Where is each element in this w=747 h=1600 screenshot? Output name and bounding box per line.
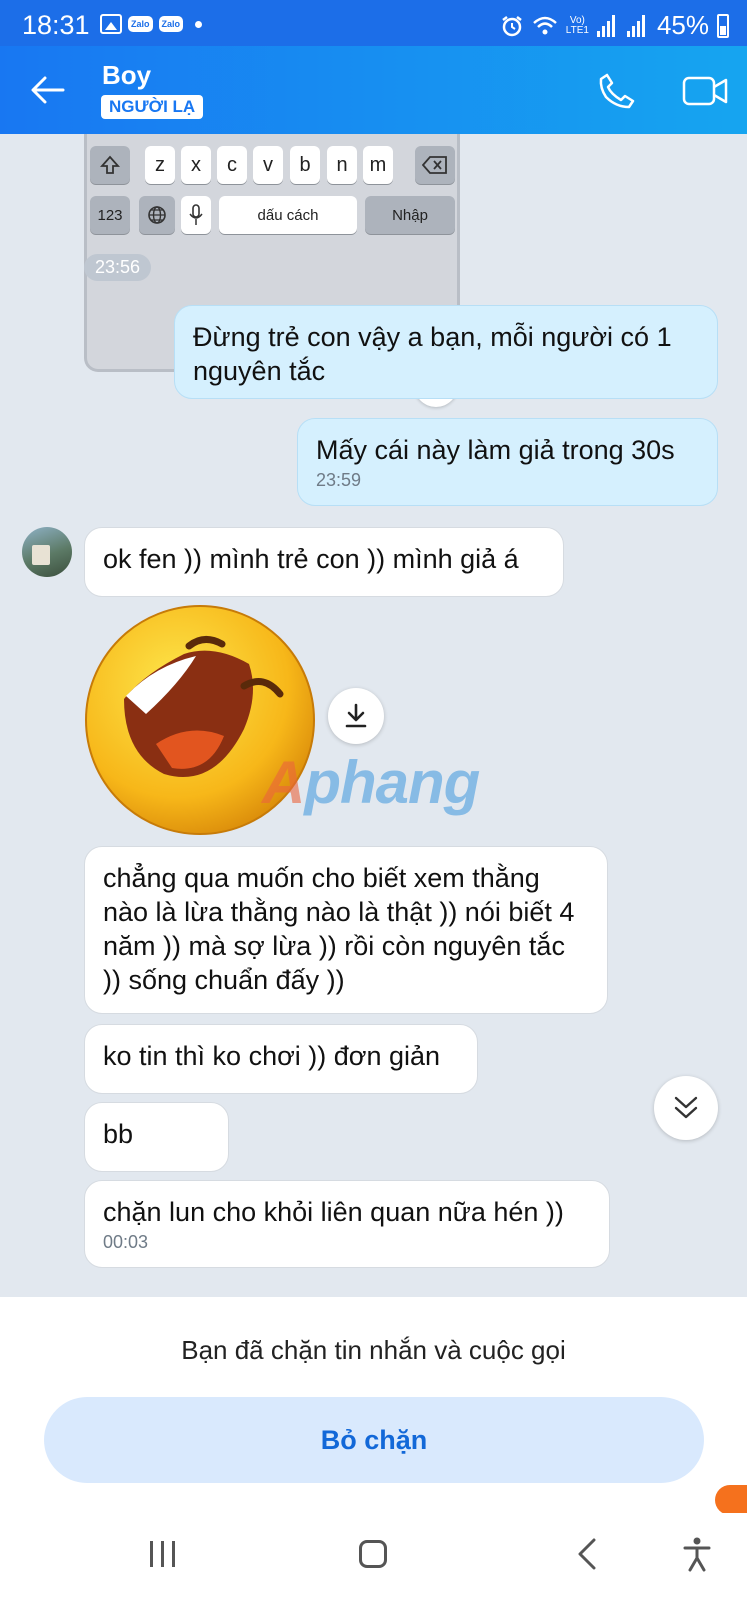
- download-icon: [345, 703, 367, 728]
- blocked-panel: Bạn đã chặn tin nhắn và cuộc gọi Bỏ chặn: [0, 1297, 747, 1515]
- status-notifications: Zalo Zalo: [100, 14, 203, 34]
- backspace-key: [415, 146, 455, 184]
- avatar[interactable]: [22, 527, 72, 577]
- globe-icon: [148, 206, 166, 224]
- keyboard-key: b: [290, 146, 320, 184]
- wifi-icon: [532, 16, 557, 34]
- accessibility-button[interactable]: [680, 1535, 714, 1573]
- message-time: 00:03: [103, 1232, 149, 1252]
- message-text: ok fen )) mình trẻ con )) mình giả á: [103, 544, 519, 574]
- shift-key: [90, 146, 130, 184]
- message-text: ko tin thì ko chơi )) đơn giản: [103, 1041, 441, 1071]
- incoming-message[interactable]: chặn lun cho khỏi liên quan nữa hén )) 0…: [84, 1180, 610, 1268]
- message-time: 23:59: [316, 470, 362, 490]
- keyboard-key: m: [363, 146, 393, 184]
- time-separator: 23:56: [84, 254, 152, 281]
- scroll-to-bottom-button[interactable]: [654, 1076, 718, 1140]
- battery-icon: [717, 13, 729, 38]
- message-text: Đừng trẻ con vậy a bạn, mỗi người có 1 n…: [193, 322, 672, 386]
- status-time: 18:31: [22, 10, 90, 40]
- message-text: Mấy cái này làm giả trong 30s: [316, 435, 675, 465]
- phone-icon: [599, 73, 635, 109]
- download-button[interactable]: [328, 688, 384, 744]
- video-camera-icon: [682, 76, 728, 106]
- more-notifications-icon: [195, 20, 203, 28]
- accessibility-icon: [683, 1537, 711, 1572]
- chevron-left-icon: [578, 1538, 596, 1570]
- double-chevron-down-icon: [674, 1096, 698, 1119]
- status-system-icons: Vo) LTE1 45%: [500, 10, 729, 41]
- message-list[interactable]: z x c v b n m 123 dấu cách Nhập 23:56 Đừ…: [0, 134, 747, 1297]
- blocked-notice: Bạn đã chặn tin nhắn và cuộc gọi: [181, 1335, 566, 1365]
- keyboard-key: v: [253, 146, 283, 184]
- zalo-notification-icon: Zalo: [158, 16, 184, 32]
- microphone-icon: [189, 204, 203, 225]
- floating-bubble-icon[interactable]: [715, 1485, 747, 1515]
- incoming-message[interactable]: chẳng qua muốn cho biết xem thằng nào là…: [84, 846, 608, 1014]
- volte-indicator: Vo) LTE1: [565, 14, 589, 36]
- keyboard-key: n: [327, 146, 357, 184]
- outgoing-message[interactable]: Mấy cái này làm giả trong 30s 23:59: [297, 418, 718, 506]
- message-text: bb: [103, 1119, 134, 1149]
- incoming-message[interactable]: ok fen )) mình trẻ con )) mình giả á: [84, 527, 564, 597]
- video-call-button[interactable]: [680, 68, 730, 114]
- unblock-button[interactable]: Bỏ chặn: [44, 1397, 704, 1483]
- status-bar: 18:31 Zalo Zalo Vo) LTE1 45%: [0, 0, 747, 46]
- keyboard-key: z: [145, 146, 175, 184]
- nav-back-button[interactable]: [570, 1537, 604, 1571]
- keyboard-key: c: [217, 146, 247, 184]
- enter-key: Nhập: [365, 196, 455, 234]
- keyboard-key: x: [181, 146, 211, 184]
- signal-1-icon: [596, 14, 619, 37]
- home-button[interactable]: [359, 1540, 387, 1568]
- zalo-notification-icon: Zalo: [128, 16, 153, 32]
- stranger-badge: NGƯỜI LẠ: [101, 95, 204, 119]
- recents-button[interactable]: [150, 1541, 175, 1567]
- alarm-icon: [502, 15, 522, 36]
- number-key: 123: [90, 196, 130, 234]
- globe-key: [139, 196, 175, 234]
- chat-header: Boy NGƯỜI LẠ: [0, 46, 747, 134]
- voice-call-button[interactable]: [596, 70, 638, 112]
- battery-percent: 45%: [656, 10, 709, 40]
- watermark-logo: Aphang: [262, 749, 480, 816]
- backspace-icon: [422, 156, 447, 174]
- mic-key: [181, 196, 211, 234]
- incoming-message[interactable]: bb: [84, 1102, 229, 1172]
- contact-name[interactable]: Boy: [102, 60, 151, 91]
- space-key: dấu cách: [219, 196, 357, 234]
- incoming-message[interactable]: ko tin thì ko chơi )) đơn giản: [84, 1024, 478, 1094]
- back-button[interactable]: [28, 70, 68, 110]
- signal-2-icon: [626, 14, 649, 37]
- gallery-notification-icon: [100, 14, 122, 34]
- arrow-left-icon: [31, 76, 65, 104]
- message-text: chặn lun cho khỏi liên quan nữa hén )): [103, 1197, 564, 1227]
- system-navigation-bar: [0, 1513, 747, 1600]
- shift-icon: [100, 155, 120, 174]
- outgoing-message[interactable]: Đừng trẻ con vậy a bạn, mỗi người có 1 n…: [174, 305, 718, 399]
- message-text: chẳng qua muốn cho biết xem thằng nào là…: [103, 863, 575, 995]
